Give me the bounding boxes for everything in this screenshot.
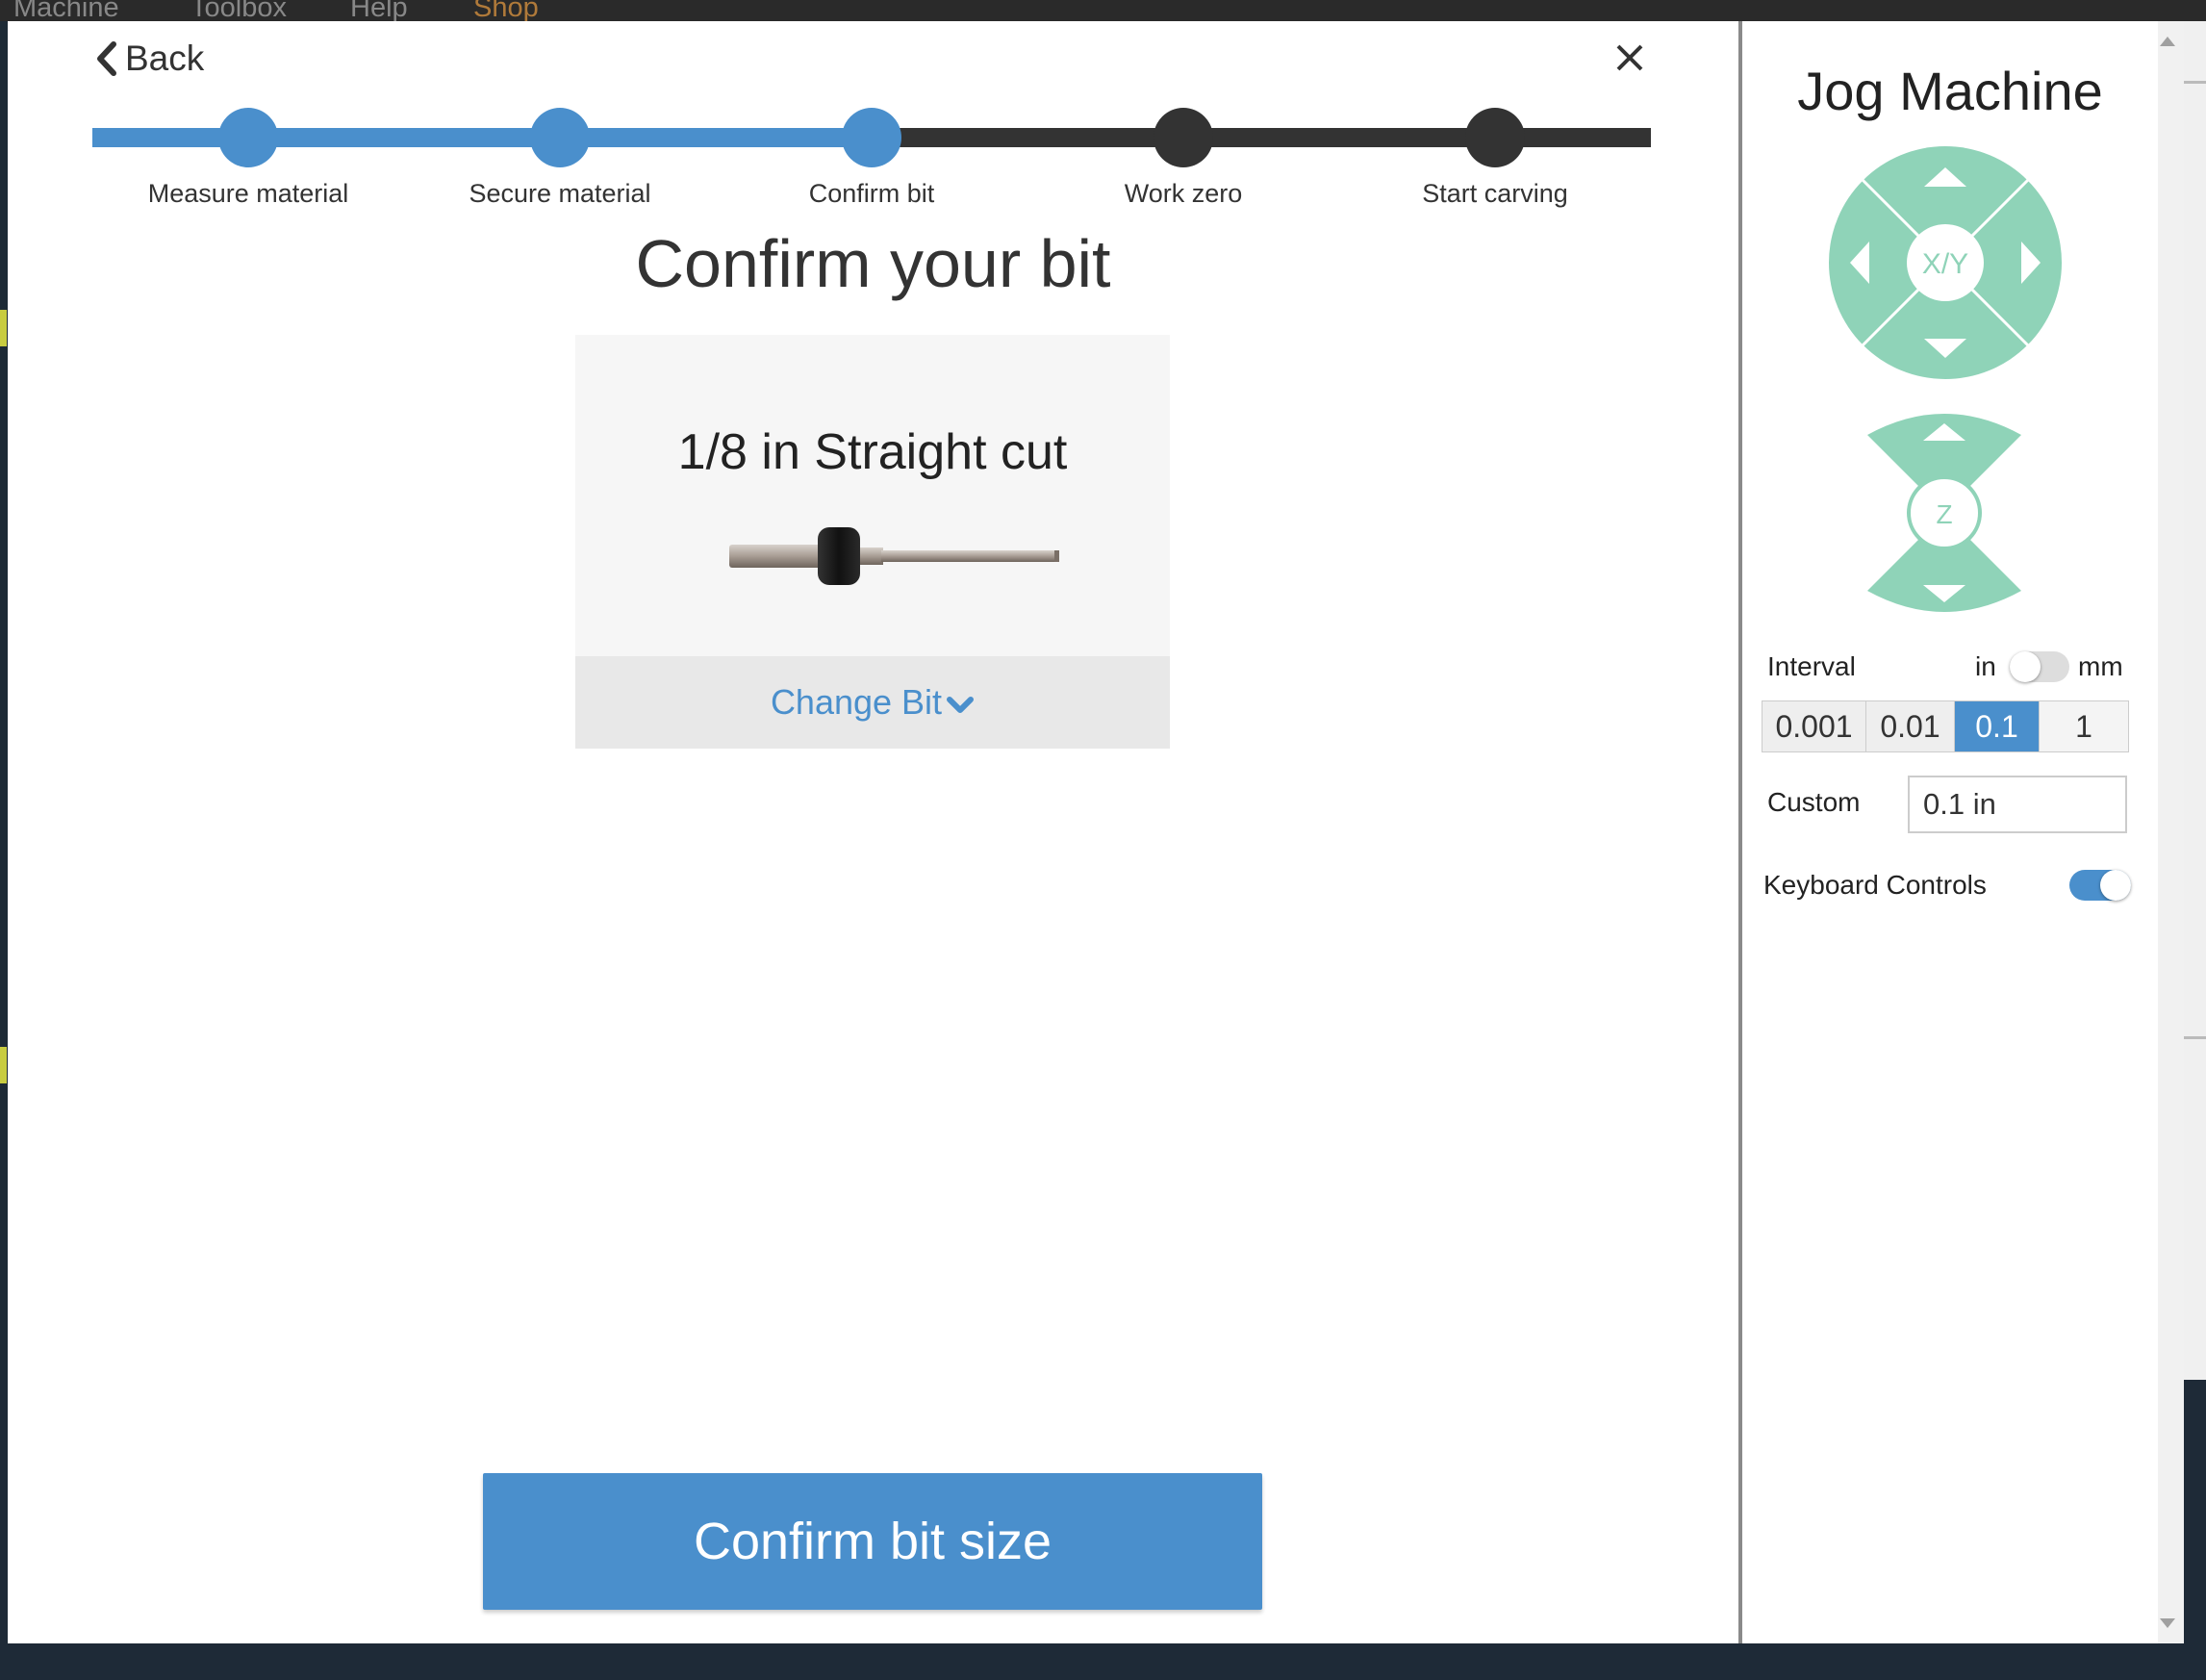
interval-row: Interval in mm (1767, 642, 2152, 690)
step-label: Confirm bit (808, 179, 935, 208)
menu-help: Help (350, 0, 408, 21)
chevron-down-icon (947, 697, 975, 713)
toggle-knob (2100, 870, 2131, 901)
background-menubar: Machine Toolbox Help Shop (0, 0, 2206, 21)
close-icon[interactable] (1610, 38, 1649, 77)
carve-wizard-modal: Back Measure material Secure material Co… (8, 21, 2158, 1643)
menu-shop: Shop (473, 0, 539, 21)
interval-1-button[interactable]: 1 (2040, 701, 2128, 751)
step-work-zero: Work zero (1027, 102, 1339, 217)
z-jog-pad[interactable]: Z (1867, 404, 2021, 622)
background-mark (0, 310, 7, 346)
scroll-down-icon[interactable] (2160, 1618, 2175, 1628)
jog-machine-panel: Jog Machine X/Y Z Interval in mm 0.001 0… (1742, 21, 2158, 1643)
toggle-knob (2010, 651, 2041, 682)
bit-card: 1/8 in Straight cut Change Bit (575, 335, 1170, 749)
step-secure-material: Secure material (404, 102, 716, 217)
interval-0-001-button[interactable]: 0.001 (1762, 701, 1866, 751)
jog-title: Jog Machine (1797, 61, 2103, 121)
progress-stepper: Measure material Secure material Confirm… (92, 102, 1651, 217)
step-dot (218, 108, 278, 167)
step-start-carving: Start carving (1339, 102, 1651, 217)
scroll-up-icon[interactable] (2160, 37, 2175, 46)
xy-jog-pad[interactable]: X/Y (1827, 144, 2064, 381)
background-right-edge (2184, 21, 2206, 1380)
interval-0-1-button[interactable]: 0.1 (1955, 701, 2040, 751)
step-label: Start carving (1422, 179, 1568, 208)
unit-mm-label: mm (2078, 651, 2123, 681)
xy-label: X/Y (1922, 248, 1968, 280)
chevron-left-icon (97, 41, 116, 76)
menu-machine: Machine (13, 0, 119, 21)
keyboard-controls-label: Keyboard Controls (1763, 870, 1987, 900)
back-button[interactable]: Back (94, 35, 204, 83)
router-bit-image (729, 527, 1059, 585)
bit-name: 1/8 in Straight cut (677, 424, 1068, 480)
step-label: Secure material (469, 179, 651, 208)
interval-label: Interval (1767, 651, 1856, 681)
custom-label: Custom (1767, 787, 1861, 817)
step-label: Measure material (147, 179, 349, 208)
wizard-main-panel: Back Measure material Secure material Co… (8, 21, 1738, 1643)
z-label: Z (1936, 499, 1952, 529)
menu-toolbox: Toolbox (190, 0, 287, 21)
step-confirm-bit: Confirm bit (716, 102, 1027, 217)
change-bit-label: Change Bit (770, 682, 943, 722)
step-dot (530, 108, 590, 167)
unit-in-label: in (1975, 651, 1996, 681)
back-label: Back (125, 38, 205, 78)
step-dot (1154, 108, 1213, 167)
custom-interval-row: Custom (1767, 776, 2152, 837)
interval-button-group: 0.001 0.01 0.1 1 (1762, 700, 2129, 752)
page-title: Confirm your bit (635, 226, 1111, 301)
step-dot (1465, 108, 1525, 167)
step-label: Work zero (1124, 179, 1243, 208)
step-dot (842, 108, 901, 167)
background-mark (0, 1047, 7, 1083)
step-measure-material: Measure material (92, 102, 404, 217)
custom-interval-input[interactable] (1908, 776, 2127, 833)
change-bit-button[interactable]: Change Bit (575, 656, 1170, 749)
confirm-bit-size-button[interactable]: Confirm bit size (483, 1473, 1262, 1610)
keyboard-controls-row: Keyboard Controls (1763, 860, 2158, 908)
unit-toggle[interactable] (2010, 651, 2069, 682)
keyboard-controls-toggle[interactable] (2069, 870, 2131, 901)
interval-0-01-button[interactable]: 0.01 (1866, 701, 1955, 751)
